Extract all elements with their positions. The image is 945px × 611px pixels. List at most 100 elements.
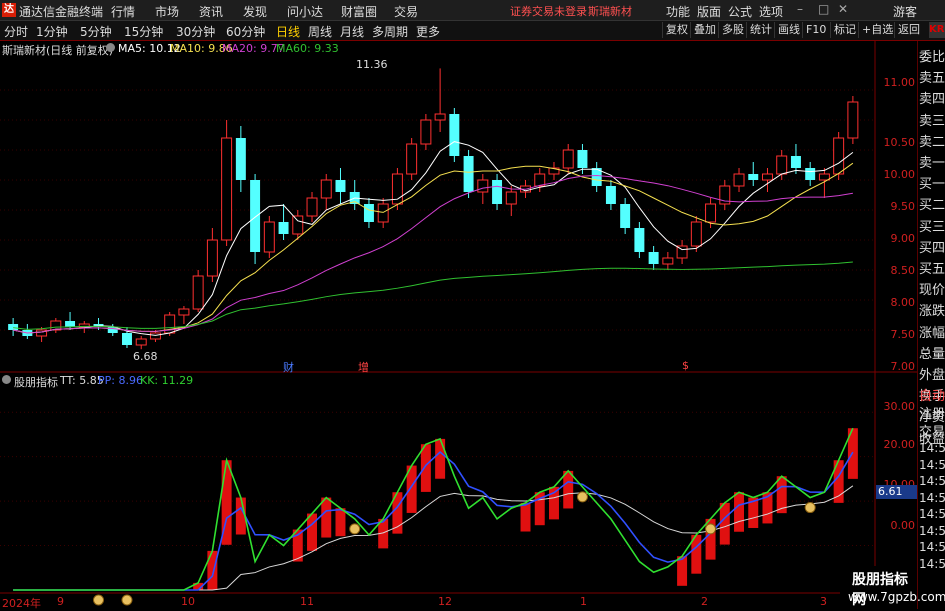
candle-body [434, 113, 446, 121]
maximize-button[interactable]: □ [818, 2, 829, 16]
quote-label: 买四 [919, 240, 945, 256]
menu-market-quotes[interactable]: 行情 [111, 3, 135, 20]
indicator-bar [563, 470, 574, 509]
indicator-settings-icon[interactable] [2, 375, 11, 384]
candle-body [634, 228, 645, 252]
period-tab-timeshare[interactable]: 分时 [4, 23, 28, 40]
period-tab-monthly[interactable]: 月线 [340, 23, 364, 40]
ma-lines [13, 141, 854, 336]
event-mark-increase[interactable]: 增 [358, 359, 369, 375]
candle-body [221, 137, 233, 241]
login-notice[interactable]: 证券交易未登录 [510, 3, 587, 19]
trade-time: 14:56 [919, 540, 945, 554]
buy-signal-coin-icon [349, 523, 361, 535]
menu-news[interactable]: 资讯 [199, 3, 223, 20]
period-tab-30min[interactable]: 30分钟 [176, 23, 215, 40]
candle-body [847, 101, 859, 139]
quote-label: 买一 [919, 177, 945, 193]
candle-body [477, 179, 489, 193]
candle-body [335, 180, 346, 192]
candle-body [648, 252, 659, 264]
menu-market[interactable]: 市场 [155, 3, 179, 20]
x-tick: 3 [820, 595, 827, 608]
adjust-button[interactable]: 复权 [662, 22, 691, 38]
auto-label[interactable]: 自动 [919, 385, 945, 404]
period-tab-5min[interactable]: 5分钟 [80, 23, 112, 40]
candle-body [690, 221, 702, 247]
quote-label: 现价 [919, 283, 945, 299]
indicator-name: 股朋指标 [14, 376, 58, 389]
draw-line-button[interactable]: 画线 [774, 22, 803, 38]
event-mark-finance[interactable]: 财 [283, 359, 294, 375]
ma-line [13, 261, 853, 330]
y-tick: 8.50 [890, 264, 916, 277]
statistics-button[interactable]: 统计 [746, 22, 775, 38]
period-tab-15min[interactable]: 15分钟 [124, 23, 163, 40]
y-tick: 7.00 [890, 360, 916, 373]
quote-label: 卖四 [919, 92, 945, 108]
y-tick: 8.00 [890, 296, 916, 309]
trade-time: 14:56 [919, 507, 945, 521]
quote-label: 买三 [919, 219, 945, 235]
minimize-button[interactable]: – [797, 2, 803, 16]
quote-label: 卖二 [919, 134, 945, 150]
overlay-button[interactable]: 叠加 [690, 22, 719, 38]
back-button[interactable]: 返回 [894, 22, 923, 38]
period-tab-daily[interactable]: 日线 [276, 23, 300, 40]
trade-label[interactable]: 交易 [919, 421, 945, 440]
ma-line [13, 141, 854, 336]
title-bar: 达 通达信金融终端 行情 市场 资讯 发现 问小达 财富圈 交易 证券交易未登录… [0, 0, 945, 21]
menu-function[interactable]: 功能 [666, 3, 690, 20]
y-tick: 9.00 [890, 232, 916, 245]
add-watchlist-button[interactable]: +自选 [858, 22, 896, 38]
period-toolbar: 分时 1分钟 5分钟 15分钟 30分钟 60分钟 日线 周线 月线 多周期 更… [0, 21, 945, 41]
period-tab-multi[interactable]: 多周期 [372, 23, 408, 40]
period-tab-more[interactable]: 更多 [416, 23, 440, 40]
indicator-bar [719, 502, 730, 545]
indicator-bar [335, 508, 346, 537]
period-tab-1min[interactable]: 1分钟 [36, 23, 68, 40]
mark-button[interactable]: 标记 [830, 22, 859, 38]
candle-body [122, 333, 132, 345]
candle-body [818, 173, 830, 181]
menu-trade[interactable]: 交易 [394, 3, 418, 20]
candle-body [805, 168, 816, 180]
x-tick: 11 [300, 595, 314, 608]
trade-time: 14:56 [919, 457, 945, 472]
candle-body [562, 149, 574, 169]
candle-body [250, 180, 261, 252]
chart-canvas[interactable] [0, 40, 917, 609]
quote-label: 买五 [919, 262, 945, 277]
register-label[interactable]: 注册 [919, 403, 945, 422]
menu-formula[interactable]: 公式 [728, 3, 752, 20]
kr-label[interactable]: KR [929, 22, 945, 38]
candle-body [235, 138, 246, 180]
menu-wealth[interactable]: 财富圈 [341, 3, 377, 20]
indicator-pp: PP: 8.96 [98, 374, 143, 387]
menu-layout[interactable]: 版面 [697, 3, 721, 20]
trade-time: 14:56 [919, 490, 945, 505]
period-tab-60min[interactable]: 60分钟 [226, 23, 265, 40]
x-tick: 10 [181, 595, 195, 608]
indicator-bar [420, 444, 431, 492]
candle-body [577, 150, 588, 168]
period-tab-weekly[interactable]: 周线 [308, 23, 332, 40]
quote-label: 涨跌 [919, 304, 945, 320]
menu-ask[interactable]: 问小达 [287, 3, 323, 20]
event-mark-dividend[interactable]: $ [682, 359, 689, 372]
close-button[interactable]: ✕ [838, 2, 848, 16]
candle-body [790, 156, 801, 168]
multi-stock-button[interactable]: 多股 [718, 22, 747, 38]
guest-label[interactable]: 游客 [893, 3, 917, 20]
quote-label: 卖一 [919, 156, 945, 171]
quote-label: 委比 [919, 50, 945, 65]
menu-options[interactable]: 选项 [759, 3, 783, 20]
quote-label: 总量 [919, 346, 945, 362]
indicator-bar [520, 502, 531, 532]
indicator-current-value: 6.61 [876, 485, 918, 499]
menu-discover[interactable]: 发现 [243, 3, 267, 20]
candle-body [263, 221, 275, 253]
candle-body [733, 173, 745, 187]
f10-button[interactable]: F10 [802, 22, 829, 38]
candle-body [620, 204, 631, 228]
